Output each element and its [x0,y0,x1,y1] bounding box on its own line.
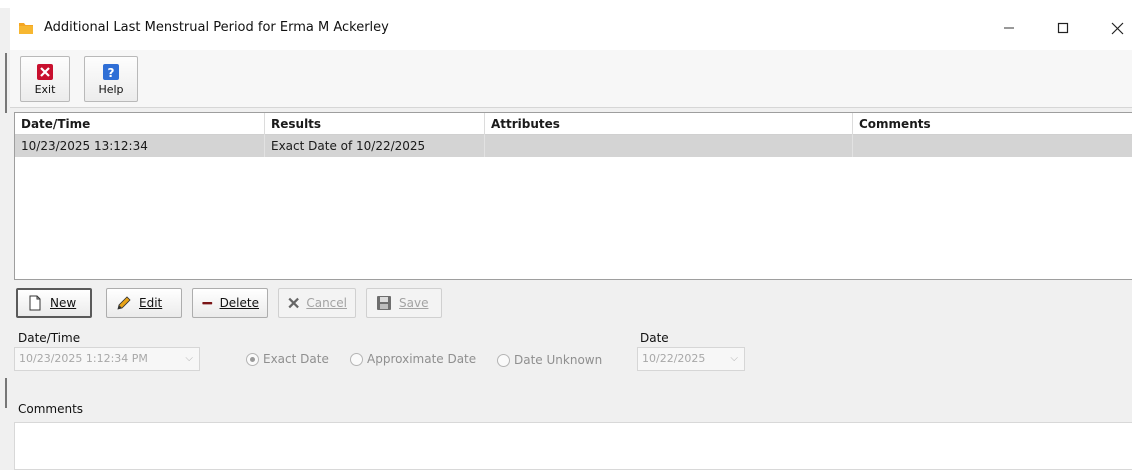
radio-approx-label: Approximate Date [367,352,477,366]
comments-field[interactable] [14,422,1132,470]
radio-indicator [350,352,363,366]
cancel-button[interactable]: Cancel [278,288,356,318]
new-document-icon [29,295,41,311]
radio-unknown-label: Date Unknown [514,353,603,367]
delete-label: Delete [219,296,259,310]
column-header-datetime[interactable]: Date/Time [15,113,265,135]
minimize-icon [1004,27,1014,29]
floppy-disk-icon [377,296,391,310]
radio-date-unknown[interactable]: Date Unknown [497,353,602,367]
minus-icon [202,301,213,305]
datetime-value: 10/23/2025 1:12:34 PM [19,352,148,365]
minimize-button[interactable] [986,8,1032,48]
help-button[interactable]: ? Help [84,56,138,102]
radio-exact-label: Exact Date [263,352,329,366]
cell-results: Exact Date of 10/22/2025 [265,135,485,157]
close-icon [1111,22,1123,34]
column-header-results[interactable]: Results [265,113,485,135]
cancel-label: Cancel [306,296,347,310]
radio-indicator [497,353,510,367]
delete-button[interactable]: Delete [192,288,268,318]
window-left-border [0,8,10,470]
action-bar: New Edit Delete Cancel Save [10,284,1132,324]
date-value: 10/22/2025 [642,352,706,365]
cancel-x-icon [288,297,299,309]
date-label: Date [640,331,669,345]
datetime-picker[interactable]: 10/23/2025 1:12:34 PM ⌵ [14,347,200,371]
radio-exact-date[interactable]: Exact Date [246,352,329,366]
title-bar: Additional Last Menstrual Period for Erm… [10,8,1132,50]
exit-button[interactable]: Exit [20,56,70,102]
window-title: Additional Last Menstrual Period for Erm… [44,20,389,35]
cell-datetime: 10/23/2025 13:12:34 [15,135,265,157]
border-mark [5,53,7,113]
table-row[interactable]: 10/23/2025 13:12:34 Exact Date of 10/22/… [15,135,1132,157]
svg-text:?: ? [108,66,115,80]
cell-attributes [485,135,853,157]
grid-header: Date/Time Results Attributes Comments [15,113,1132,135]
date-picker[interactable]: 10/22/2025 ⌵ [637,347,745,371]
history-grid: Date/Time Results Attributes Comments 10… [14,112,1132,280]
datetime-label: Date/Time [18,331,81,345]
pencil-icon [117,296,131,310]
edit-label: Edit [139,296,163,310]
column-header-attributes[interactable]: Attributes [485,113,853,135]
help-label: Help [98,83,124,96]
radio-indicator [246,352,259,366]
background-window-strip [0,0,1132,8]
close-button[interactable] [1094,8,1132,48]
column-header-comments[interactable]: Comments [853,113,1132,135]
maximize-icon [1057,22,1069,34]
chevron-down-icon: ⌵ [730,353,738,364]
comments-label: Comments [18,402,84,416]
exit-icon [37,64,53,80]
radio-approximate-date[interactable]: Approximate Date [350,352,476,366]
border-mark [5,378,7,408]
chevron-down-icon: ⌵ [185,353,193,364]
maximize-button[interactable] [1040,8,1086,48]
toolbar: Exit ? Help [10,50,1132,108]
save-label: Save [399,296,429,310]
help-icon: ? [103,64,119,80]
cell-comments [853,135,1132,157]
folder-icon [19,23,33,34]
new-button[interactable]: New [16,288,92,318]
new-label: New [50,296,77,310]
edit-button[interactable]: Edit [106,288,182,318]
exit-label: Exit [34,83,56,96]
save-button[interactable]: Save [366,288,442,318]
